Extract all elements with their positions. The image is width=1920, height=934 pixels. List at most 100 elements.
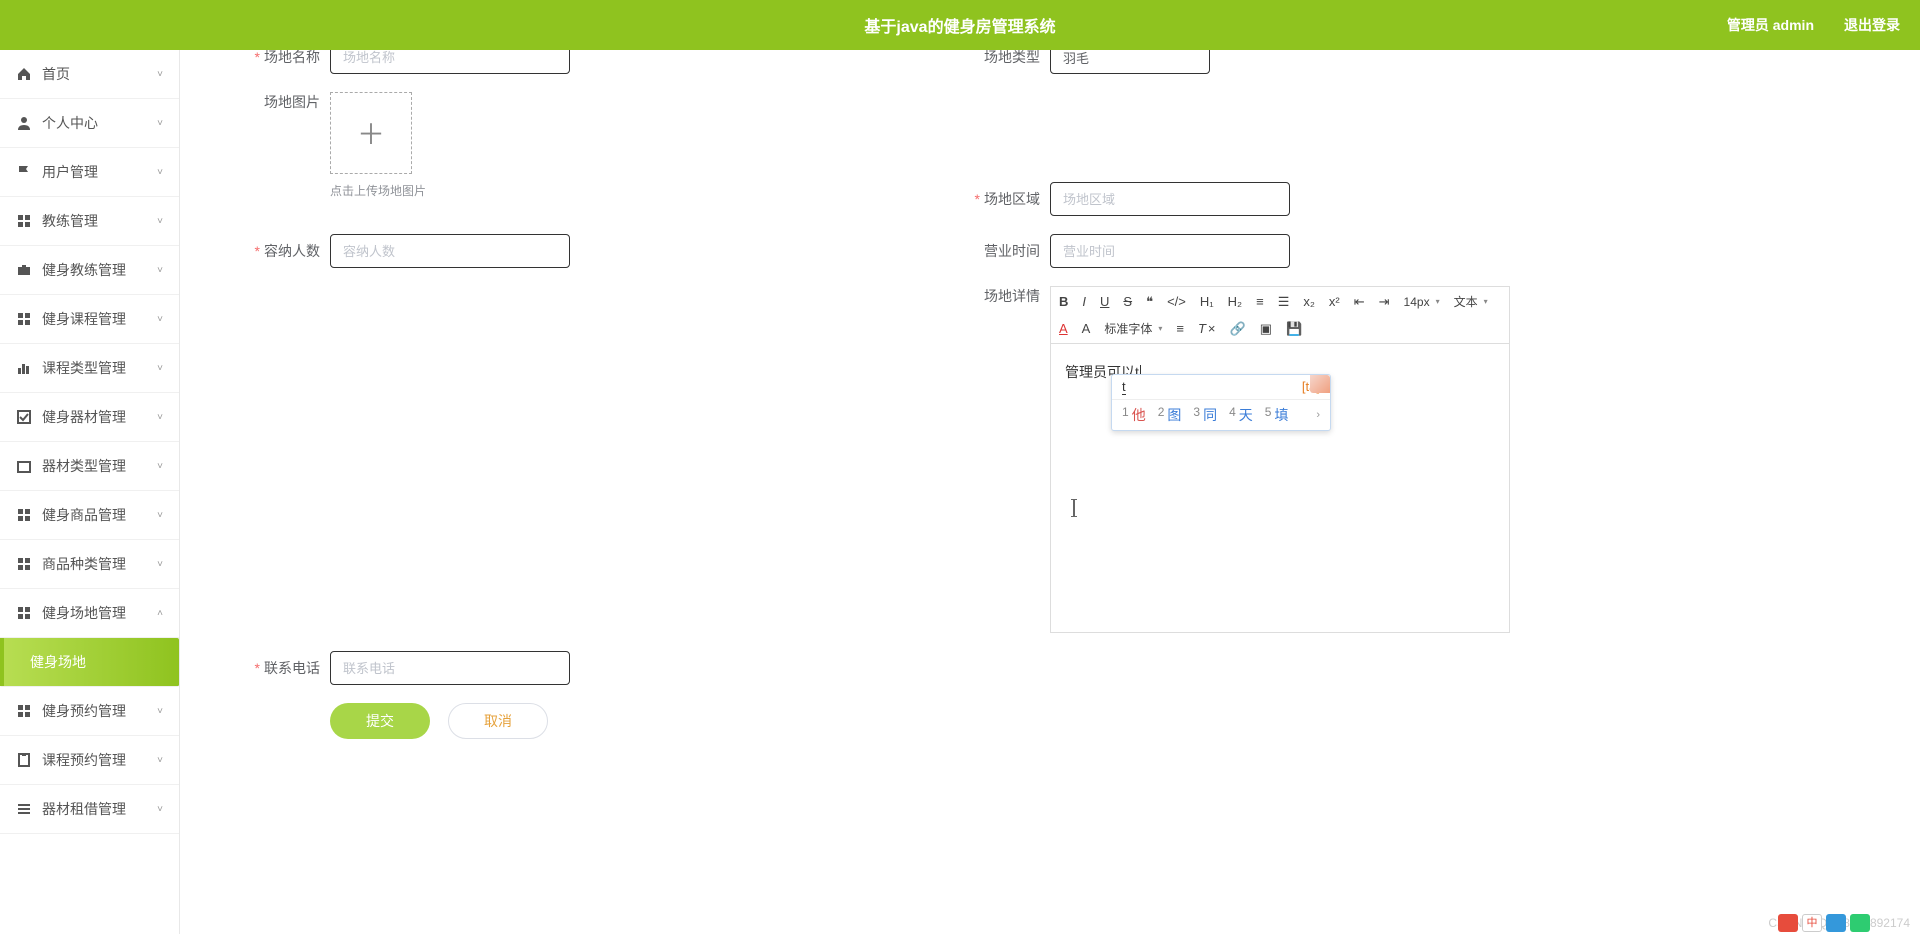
sidebar-item-label: 商品种类管理	[42, 554, 157, 574]
ul-icon[interactable]: ☰	[1278, 294, 1290, 310]
chevron-down-icon: ˅	[157, 510, 163, 521]
fontsize-select[interactable]: 14px▾	[1404, 295, 1440, 309]
sidebar-item-label: 器材租借管理	[42, 799, 157, 819]
ime-candidate-1[interactable]: 1他	[1122, 405, 1146, 425]
tray-icon-2[interactable]: 中	[1802, 914, 1822, 932]
fontfamily-select[interactable]: 标准字体▾	[1104, 320, 1162, 337]
sidebar-item-label: 个人中心	[42, 113, 157, 133]
capacity-label: *容纳人数	[220, 241, 320, 261]
admin-label[interactable]: 管理员 admin	[1727, 15, 1814, 35]
chevron-down-icon: ˅	[157, 69, 163, 80]
h2-icon[interactable]: H₂	[1228, 294, 1242, 309]
tray-icons: 中	[1778, 914, 1870, 932]
indent-icon[interactable]: ⇤	[1354, 294, 1365, 310]
main-form: *场地名称 场地类型 场地图片 ＋ 点击上传场地图片 *场地区域	[180, 50, 1920, 934]
fontcolor-icon[interactable]: A	[1059, 321, 1068, 336]
sidebar-item-7[interactable]: 健身器材管理˅	[0, 393, 179, 442]
upload-image-box[interactable]: ＋	[330, 92, 412, 174]
rich-text-editor: B I U S ❝ </> H₁ H₂ ≡ ☰ x₂ x² ⇤ ⇥	[1050, 286, 1510, 633]
hours-label: 营业时间	[940, 241, 1040, 261]
save-icon[interactable]: 💾	[1286, 321, 1302, 337]
bold-icon[interactable]: B	[1059, 294, 1068, 309]
contact-label: *联系电话	[220, 658, 320, 678]
editor-textarea[interactable]: 管理员可以t t [ta] 1他2图3同4天5填›	[1050, 343, 1510, 633]
sidebar-item-6[interactable]: 课程类型管理˅	[0, 344, 179, 393]
sidebar-item-10[interactable]: 商品种类管理˅	[0, 540, 179, 589]
quote-icon[interactable]: ❝	[1146, 294, 1153, 310]
sub-icon[interactable]: x₂	[1303, 294, 1315, 309]
italic-icon[interactable]: I	[1082, 294, 1086, 309]
chevron-down-icon: ˅	[157, 363, 163, 374]
sup-icon[interactable]: x²	[1329, 294, 1340, 309]
sidebar-item-8[interactable]: 器材类型管理˅	[0, 442, 179, 491]
sidebar-item-15[interactable]: 器材租借管理˅	[0, 785, 179, 834]
list-icon	[16, 801, 32, 817]
clear-icon[interactable]: T×	[1198, 321, 1216, 336]
venue-type-select[interactable]	[1050, 50, 1210, 74]
hours-input[interactable]	[1050, 234, 1290, 268]
underline-icon[interactable]: U	[1100, 294, 1109, 309]
person-icon	[16, 115, 32, 131]
chevron-down-icon: ˅	[157, 216, 163, 227]
ime-candidate-box: t [ta] 1他2图3同4天5填›	[1111, 374, 1331, 431]
h1-icon[interactable]: H₁	[1200, 294, 1214, 309]
sidebar-item-label: 健身商品管理	[42, 505, 157, 525]
contact-input[interactable]	[330, 651, 570, 685]
grid-icon	[16, 605, 32, 621]
chevron-down-icon: ˅	[157, 706, 163, 717]
outdent-icon[interactable]: ⇥	[1379, 294, 1390, 310]
capacity-input[interactable]	[330, 234, 570, 268]
code-icon[interactable]: </>	[1167, 294, 1186, 309]
sidebar-item-9[interactable]: 健身商品管理˅	[0, 491, 179, 540]
text-format-select[interactable]: 文本▾	[1454, 293, 1488, 310]
details-label: 场地详情	[940, 286, 1040, 306]
align-icon[interactable]: ≡	[1176, 321, 1184, 336]
sidebar-item-11[interactable]: 健身场地管理˄	[0, 589, 179, 638]
ime-candidate-5[interactable]: 5填	[1265, 405, 1289, 425]
sidebar-item-5[interactable]: 健身课程管理˅	[0, 295, 179, 344]
sidebar-item-label: 健身课程管理	[42, 309, 157, 329]
tray-icon-3[interactable]	[1826, 914, 1846, 932]
sidebar-item-label: 健身场地管理	[42, 603, 157, 623]
ime-candidate-4[interactable]: 4天	[1229, 405, 1253, 425]
chevron-down-icon: ˅	[157, 314, 163, 325]
sidebar-item-2[interactable]: 用户管理˅	[0, 148, 179, 197]
sidebar-item-1[interactable]: 个人中心˅	[0, 99, 179, 148]
sidebar-item-14[interactable]: 课程预约管理˅	[0, 736, 179, 785]
chevron-down-icon: ˅	[157, 265, 163, 276]
plus-icon: ＋	[357, 113, 385, 153]
strike-icon[interactable]: S	[1123, 294, 1132, 309]
tray-icon-1[interactable]	[1778, 914, 1798, 932]
logout-link[interactable]: 退出登录	[1844, 15, 1900, 35]
submit-button[interactable]: 提交	[330, 703, 430, 739]
ol-icon[interactable]: ≡	[1256, 294, 1264, 309]
ime-candidate-2[interactable]: 2图	[1158, 405, 1182, 425]
tray-icon-4[interactable]	[1850, 914, 1870, 932]
area-label: *场地区域	[940, 189, 1040, 209]
sidebar-item-3[interactable]: 教练管理˅	[0, 197, 179, 246]
cancel-button[interactable]: 取消	[448, 703, 548, 739]
chevron-down-icon: ˅	[157, 804, 163, 815]
editor-toolbar: B I U S ❝ </> H₁ H₂ ≡ ☰ x₂ x² ⇤ ⇥	[1050, 286, 1510, 343]
image-icon[interactable]: ▣	[1260, 321, 1272, 337]
sidebar-item-label: 首页	[42, 64, 157, 84]
sidebar-item-label: 用户管理	[42, 162, 157, 182]
area-input[interactable]	[1050, 182, 1290, 216]
link-icon[interactable]: 🔗	[1230, 321, 1246, 337]
bgcolor-icon[interactable]: A	[1082, 321, 1091, 336]
ime-candidate-3[interactable]: 3同	[1193, 405, 1217, 425]
sidebar-item-label: 健身场地	[30, 652, 163, 672]
sidebar-item-12[interactable]: 健身场地	[0, 638, 179, 687]
sidebar-item-0[interactable]: 首页˅	[0, 50, 179, 99]
sidebar-item-13[interactable]: 健身预约管理˅	[0, 687, 179, 736]
venue-name-input[interactable]	[330, 50, 570, 74]
check-icon	[16, 409, 32, 425]
ime-more-icon[interactable]: ›	[1316, 409, 1320, 421]
sidebar-item-4[interactable]: 健身教练管理˅	[0, 246, 179, 295]
sidebar-item-label: 健身器材管理	[42, 407, 157, 427]
venue-name-label: *场地名称	[220, 50, 320, 67]
home-icon	[16, 66, 32, 82]
sidebar-item-label: 健身教练管理	[42, 260, 157, 280]
sidebar-item-label: 课程预约管理	[42, 750, 157, 770]
briefcase-icon	[16, 262, 32, 278]
